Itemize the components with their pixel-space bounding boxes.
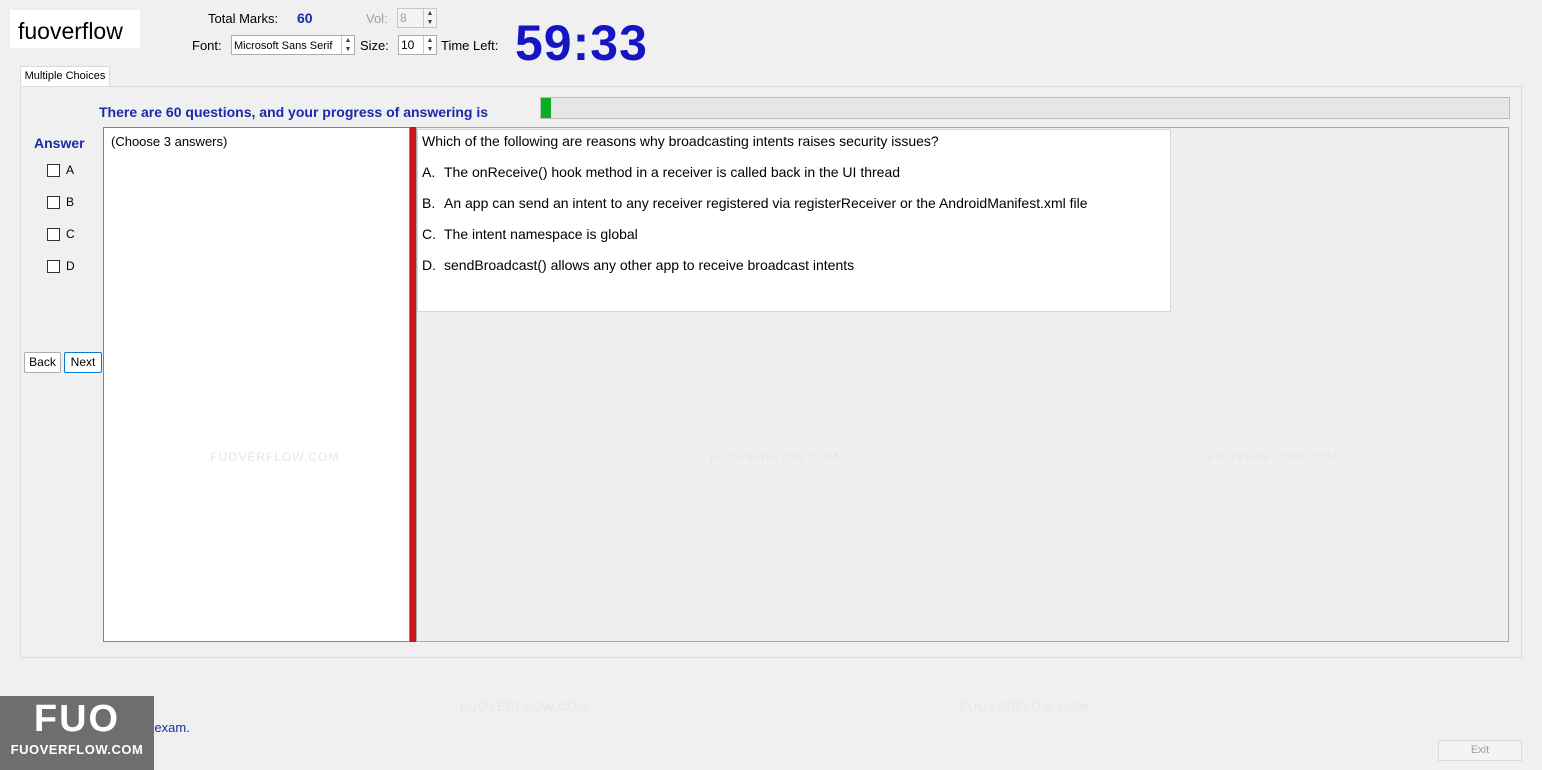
tab-multiple-choices[interactable]: Multiple Choices — [20, 66, 110, 86]
question-option-c: C. The intent namespace is global — [422, 226, 1166, 242]
option-letter: B. — [422, 195, 436, 211]
answer-title: Answer — [34, 135, 85, 151]
question-option-b: B. An app can send an intent to any recei… — [422, 195, 1166, 211]
answer-option-label: B — [66, 195, 75, 209]
checkbox-c[interactable] — [47, 227, 60, 241]
checkbox-a[interactable] — [47, 163, 60, 177]
watermark: FUOVERFLOW.COM — [460, 700, 590, 714]
progress-label: There are 60 questions, and your progres… — [99, 104, 488, 120]
option-letter: A. — [422, 164, 436, 180]
font-label: Font: — [192, 38, 222, 53]
checkbox-d[interactable] — [47, 259, 60, 273]
progress-bar-fill — [541, 98, 551, 118]
question-option-a: A. The onReceive() hook method in a recei… — [422, 164, 1166, 180]
next-button[interactable]: Next — [64, 352, 102, 373]
watermark: FUOVERFLOW.COM — [710, 450, 840, 464]
back-button[interactable]: Back — [24, 352, 61, 373]
answer-option-a[interactable]: A — [47, 163, 74, 177]
total-marks-value: 60 — [297, 10, 313, 26]
option-text: sendBroadcast() allows any other app to … — [444, 257, 855, 273]
size-label: Size: — [360, 38, 389, 53]
spinner-arrows-icon[interactable]: ▲ ▼ — [423, 9, 436, 27]
total-marks-label: Total Marks: — [208, 11, 279, 26]
size-spinner[interactable]: 10 ▲ ▼ — [398, 35, 437, 55]
volume-spinner[interactable]: 8 ▲ ▼ — [397, 8, 437, 28]
font-select[interactable]: Microsoft Sans Serif ▲ ▼ — [231, 35, 355, 55]
answer-option-label: D — [66, 259, 75, 273]
option-text: An app can send an intent to any receive… — [444, 195, 1088, 211]
badge-caption: FUOVERFLOW.COM — [10, 742, 144, 757]
option-letter: C. — [422, 226, 436, 242]
answer-option-d[interactable]: D — [47, 259, 75, 273]
checkbox-b[interactable] — [47, 195, 60, 209]
answer-hint: (Choose 3 answers) — [111, 134, 228, 149]
exit-button[interactable]: Exit — [1438, 740, 1522, 761]
size-value: 10 — [401, 38, 415, 52]
option-text: The onReceive() hook method in a receive… — [444, 164, 901, 180]
app-logo: fuoverflow — [10, 10, 140, 48]
answer-option-label: A — [66, 163, 75, 177]
badge-logo: FUO — [33, 698, 121, 740]
watermark: FUOVERFLOW.COM — [210, 450, 340, 464]
countdown-timer: 59:33 — [515, 15, 648, 71]
answer-option-c[interactable]: C — [47, 227, 75, 241]
answer-hint-box: (Choose 3 answers) — [103, 127, 410, 642]
answer-option-label: C — [66, 227, 75, 241]
watermark: FUOVERFLOW.COM — [1208, 450, 1338, 464]
question-text: Which of the following are reasons why b… — [422, 133, 939, 149]
fuoverflow-badge: FUO FUOVERFLOW.COM — [0, 696, 154, 770]
progress-bar — [540, 97, 1510, 119]
question-option-d: D. sendBroadcast() allows any other app t… — [422, 257, 1166, 273]
option-text: The intent namespace is global — [444, 226, 638, 242]
answer-option-b[interactable]: B — [47, 195, 74, 209]
font-value: Microsoft Sans Serif — [234, 40, 333, 52]
spinner-arrows-icon[interactable]: ▲ ▼ — [341, 36, 354, 54]
volume-label: Vol: — [366, 11, 388, 26]
spinner-arrows-icon[interactable]: ▲ ▼ — [423, 36, 436, 54]
volume-value: 8 — [400, 11, 407, 25]
time-left-label: Time Left: — [441, 38, 499, 53]
watermark: FUOVERFLOW.COM — [960, 700, 1090, 714]
option-letter: D. — [422, 257, 436, 273]
question-box: Which of the following are reasons why b… — [417, 129, 1171, 312]
